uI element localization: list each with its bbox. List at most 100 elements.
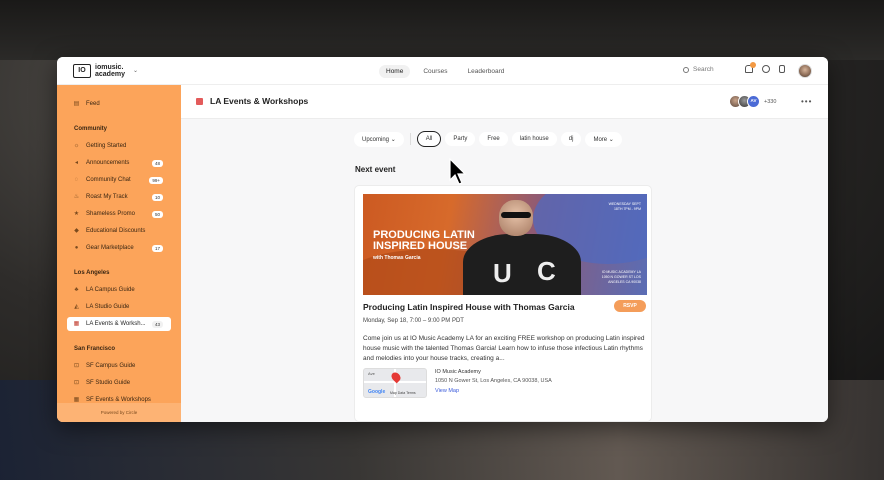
rsvp-button[interactable]: RSVP bbox=[614, 300, 646, 312]
sidebar-item-label: Getting Started bbox=[86, 143, 127, 149]
member-avatars[interactable]: AV +330 bbox=[729, 95, 776, 108]
sidebar: ▤ Feed Community ☼ Getting Started ◂ Ann… bbox=[57, 85, 181, 422]
sort-label: Upcoming bbox=[362, 136, 390, 143]
sidebar-item-label: LA Events & Worksh... bbox=[86, 321, 146, 327]
notifications-icon[interactable] bbox=[745, 62, 756, 73]
filter-latin-house[interactable]: latin house bbox=[511, 132, 557, 146]
sidebar-item-label: LA Studio Guide bbox=[86, 304, 130, 310]
view-map-link[interactable]: View Map bbox=[435, 388, 459, 394]
brand-logo[interactable]: IO bbox=[73, 64, 91, 78]
studio-icon: ◭ bbox=[74, 303, 79, 310]
sidebar-item-label: Community Chat bbox=[86, 177, 131, 183]
sidebar-item-la-studio-guide[interactable]: ◭ LA Studio Guide bbox=[67, 300, 171, 314]
event-filters: Upcoming ⌄ All Party Free latin house dj… bbox=[354, 131, 622, 147]
event-cover-image[interactable]: U C PRODUCING LATIN INSPIRED HOUSE with … bbox=[363, 194, 647, 295]
filter-all[interactable]: All bbox=[416, 131, 442, 147]
chevron-down-icon: ⌄ bbox=[608, 136, 614, 143]
map-data-label: Map Data Terms bbox=[390, 391, 416, 395]
sidebar-item-label: Educational Discounts bbox=[86, 228, 146, 234]
palm-icon: ♣ bbox=[74, 286, 79, 293]
app-window: IO iomusic. academy ⌄ Home Courses Leade… bbox=[57, 57, 828, 422]
lock-icon: ⊡ bbox=[73, 379, 80, 386]
nav-leaderboard[interactable]: Leaderboard bbox=[461, 65, 512, 78]
unread-count: 43 bbox=[151, 320, 163, 328]
location-name: IO Music Academy bbox=[435, 369, 481, 375]
filter-more[interactable]: More ⌄ bbox=[585, 131, 622, 147]
sidebar-item-sf-studio-guide[interactable]: ⊡ SF Studio Guide bbox=[67, 376, 171, 390]
sidebar-item-sf-campus-guide[interactable]: ⊡ SF Campus Guide bbox=[67, 359, 171, 373]
event-card[interactable]: U C PRODUCING LATIN INSPIRED HOUSE with … bbox=[354, 185, 652, 422]
star-icon: ★ bbox=[73, 210, 80, 217]
sort-dropdown[interactable]: Upcoming ⌄ bbox=[354, 131, 404, 147]
top-navigation: Home Courses Leaderboard bbox=[379, 65, 511, 78]
unread-count: 48 bbox=[151, 159, 163, 167]
location-address: 1050 N Gower St, Los Angeles, CA 90038, … bbox=[435, 378, 552, 384]
unread-count: 99+ bbox=[149, 176, 163, 184]
host-head bbox=[499, 200, 533, 236]
location-map[interactable]: Ave Google Map Data Terms bbox=[363, 368, 427, 398]
unread-count: 17 bbox=[151, 244, 163, 252]
sunglasses bbox=[501, 212, 531, 218]
mouse-cursor-icon bbox=[449, 158, 467, 185]
nav-courses[interactable]: Courses bbox=[416, 65, 454, 78]
next-event-heading: Next event bbox=[355, 165, 396, 174]
calendar-icon: ▦ bbox=[73, 320, 80, 327]
banner-subtitle: with Thomas Garcia bbox=[373, 255, 421, 261]
sidebar-item-roast-my-track[interactable]: ♨ Roast My Track 10 bbox=[67, 190, 171, 204]
sidebar-item-feed[interactable]: ▤ Feed bbox=[67, 97, 171, 111]
sidebar-item-educational-discounts[interactable]: ◆ Educational Discounts bbox=[67, 224, 171, 238]
search-button[interactable]: Search bbox=[683, 66, 714, 73]
sidebar-item-community-chat[interactable]: ◌ Community Chat 99+ bbox=[67, 173, 171, 187]
map-street-label: Ave bbox=[368, 371, 375, 376]
sidebar-item-gear-marketplace[interactable]: ● Gear Marketplace 17 bbox=[67, 241, 171, 255]
space-header: LA Events & Workshops AV +330 ••• bbox=[181, 85, 828, 119]
rocket-icon: ☼ bbox=[73, 142, 80, 149]
sidebar-item-label: SF Campus Guide bbox=[86, 363, 136, 369]
sidebar-item-announcements[interactable]: ◂ Announcements 48 bbox=[67, 156, 171, 170]
sidebar-item-la-campus-guide[interactable]: ♣ LA Campus Guide bbox=[67, 283, 171, 297]
sidebar-section-san-francisco[interactable]: San Francisco bbox=[74, 346, 115, 352]
fire-icon: ♨ bbox=[73, 193, 80, 200]
user-avatar[interactable] bbox=[798, 64, 812, 78]
search-icon bbox=[683, 66, 689, 73]
lock-icon: ⊡ bbox=[73, 362, 80, 369]
sidebar-item-label: Feed bbox=[86, 101, 100, 107]
nav-home[interactable]: Home bbox=[379, 65, 411, 78]
unread-count: 50 bbox=[151, 210, 163, 218]
powered-by[interactable]: Powered by Circle bbox=[57, 410, 181, 415]
sidebar-section-community[interactable]: Community bbox=[74, 126, 107, 132]
top-icons bbox=[745, 62, 785, 73]
main-content: LA Events & Workshops AV +330 ••• Upcomi… bbox=[181, 85, 828, 422]
google-logo: Google bbox=[368, 389, 386, 395]
jacket-letter: C bbox=[537, 256, 556, 286]
avatar: AV bbox=[747, 95, 760, 108]
notification-badge bbox=[750, 62, 756, 68]
event-title[interactable]: Producing Latin Inspired House with Thom… bbox=[363, 302, 575, 312]
more-options-icon[interactable]: ••• bbox=[801, 97, 812, 106]
filter-free[interactable]: Free bbox=[479, 132, 508, 146]
event-datetime: Monday, Sep 18, 7:00 – 9:00 PM PDT bbox=[363, 318, 464, 324]
sidebar-item-label: Announcements bbox=[86, 160, 130, 166]
brand-name[interactable]: iomusic. academy bbox=[95, 64, 131, 78]
chevron-down-icon[interactable]: ⌄ bbox=[133, 67, 138, 74]
sidebar-section-los-angeles[interactable]: Los Angeles bbox=[74, 270, 109, 276]
sidebar-item-shameless-promo[interactable]: ★ Shameless Promo 50 bbox=[67, 207, 171, 221]
sidebar-item-label: Shameless Promo bbox=[86, 211, 136, 217]
messages-icon[interactable] bbox=[762, 65, 770, 73]
sidebar-item-getting-started[interactable]: ☼ Getting Started bbox=[67, 139, 171, 153]
chevron-down-icon: ⌄ bbox=[390, 136, 396, 143]
feed-icon: ▤ bbox=[73, 100, 80, 107]
filter-party[interactable]: Party bbox=[445, 132, 476, 146]
banner-date: WEDNESDAY SEPT 18TH 7PM - 9PM bbox=[608, 202, 641, 211]
tag-icon: ◆ bbox=[74, 227, 79, 234]
megaphone-icon: ◂ bbox=[74, 159, 78, 166]
bookmark-icon[interactable] bbox=[779, 65, 785, 73]
sidebar-item-la-events[interactable]: ▦ LA Events & Worksh... 43 bbox=[67, 317, 171, 331]
filter-dj[interactable]: dj bbox=[560, 132, 582, 146]
more-label: More bbox=[593, 136, 608, 143]
member-count: +330 bbox=[764, 98, 777, 105]
top-bar: IO iomusic. academy ⌄ Home Courses Leade… bbox=[57, 57, 828, 85]
unread-count: 10 bbox=[151, 193, 163, 201]
sidebar-item-label: Gear Marketplace bbox=[86, 245, 134, 251]
sidebar-item-label: LA Campus Guide bbox=[86, 287, 135, 293]
